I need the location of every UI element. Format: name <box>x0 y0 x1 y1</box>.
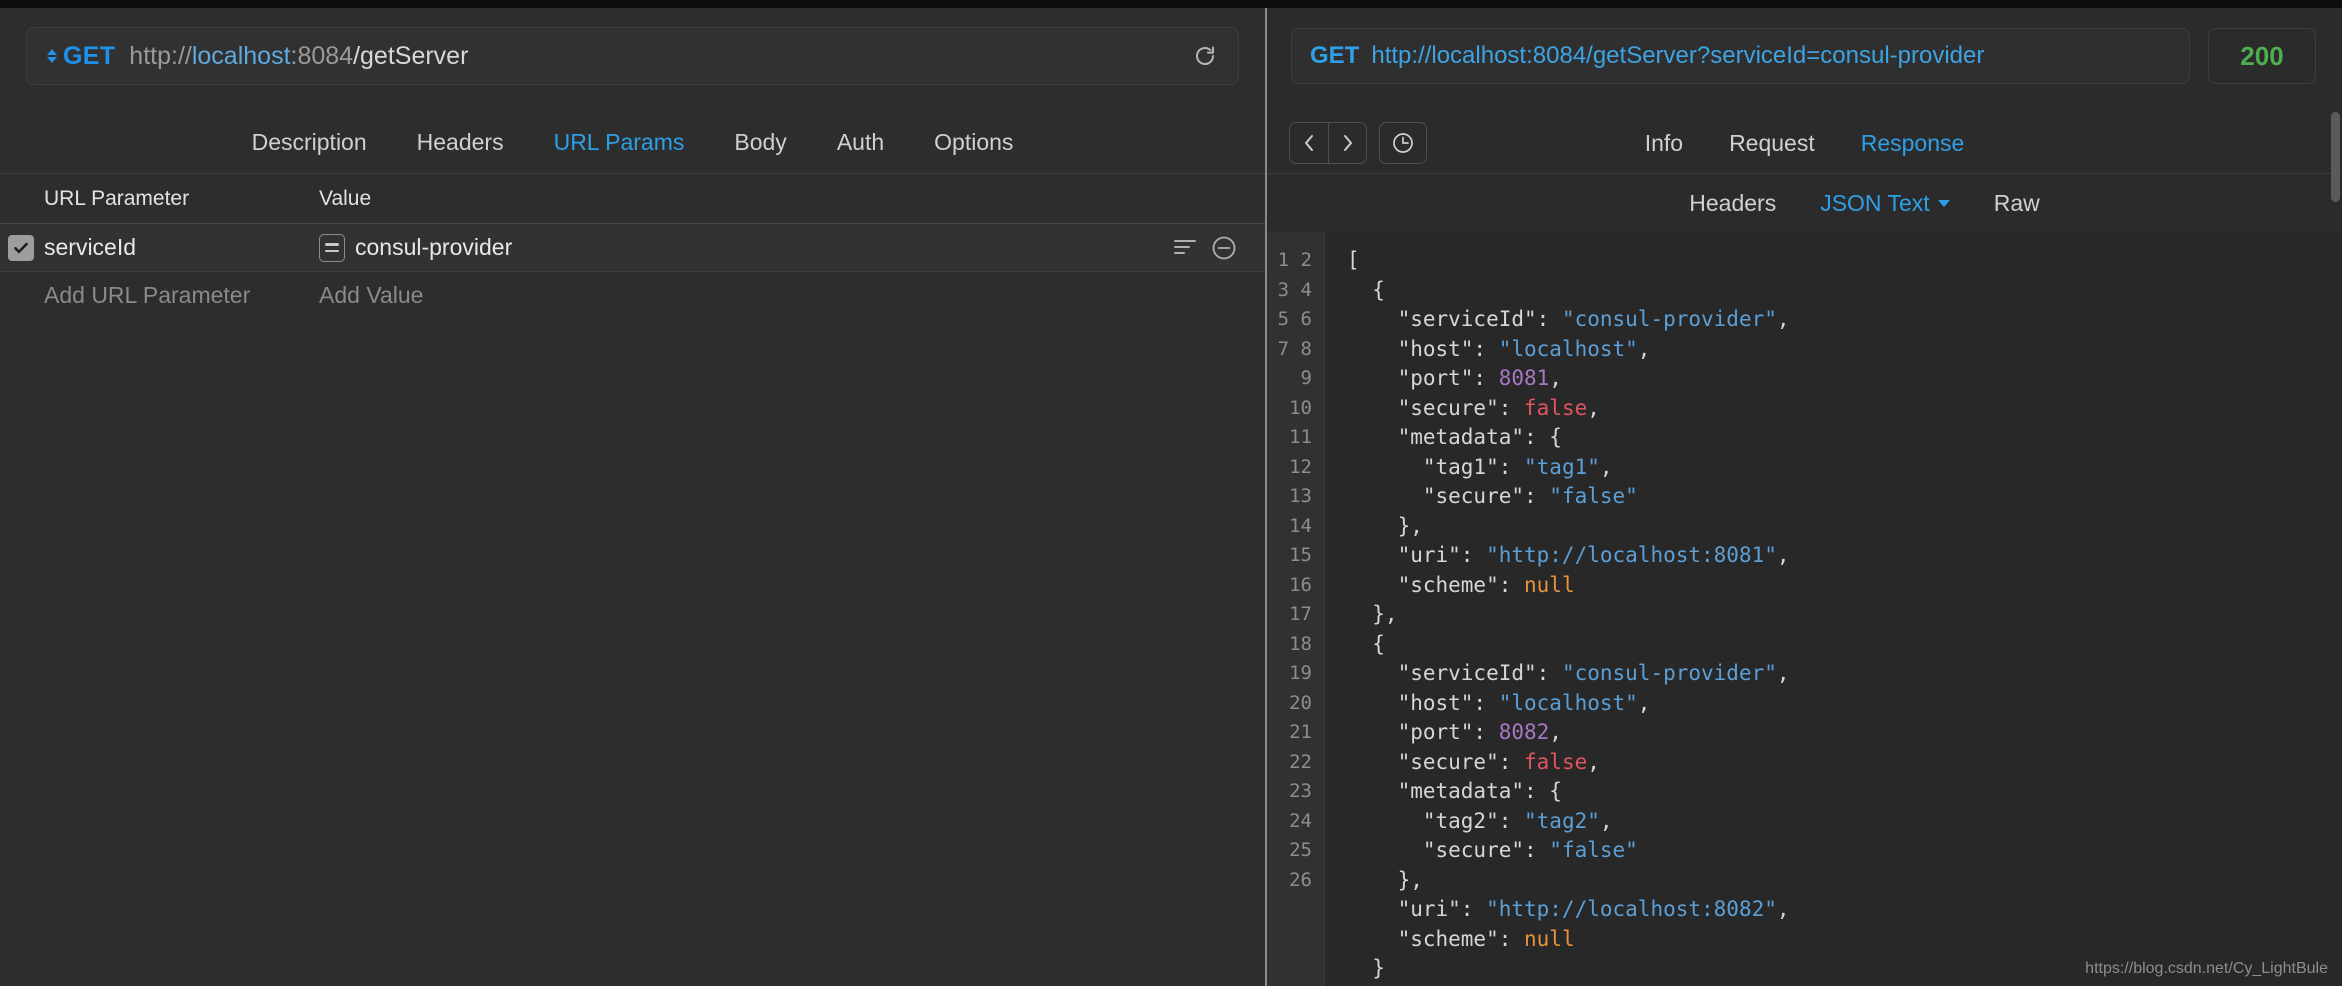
column-header-value: Value <box>319 186 372 210</box>
response-url-row: GET http://localhost:8084/getServer?serv… <box>1267 0 2342 112</box>
subtab-headers[interactable]: Headers <box>1689 190 1776 217</box>
http-method-label: GET <box>63 41 116 70</box>
refresh-icon[interactable] <box>1178 31 1232 81</box>
response-tabs: Info Request Response <box>1267 112 2342 174</box>
chevron-right-icon[interactable] <box>1328 122 1366 163</box>
watermark-text: https://blog.csdn.net/Cy_LightBule <box>2085 960 2328 977</box>
url-port: :8084 <box>290 41 354 70</box>
request-url-bar[interactable]: GET http://localhost:8084/getServer <box>26 27 1239 85</box>
row-actions <box>1173 235 1265 261</box>
clock-icon[interactable] <box>1379 121 1427 164</box>
param-value-input[interactable]: consul-provider <box>355 234 512 261</box>
add-param-row[interactable]: Add URL Parameter Add Value <box>0 272 1265 318</box>
tab-body[interactable]: Body <box>732 125 788 160</box>
response-nav-row: Info Request Response <box>1267 112 2342 174</box>
response-body-viewer: 1 2 3 4 5 6 7 8 9 10 11 12 13 14 15 16 1… <box>1267 232 2342 986</box>
equals-operator-icon[interactable] <box>319 233 345 262</box>
url-scheme: http:// <box>129 41 192 70</box>
column-header-url-parameter: URL Parameter <box>44 186 190 210</box>
url-path: /getServer <box>353 41 469 70</box>
request-url-input[interactable]: http://localhost:8084/getServer <box>129 42 1178 71</box>
add-value-input[interactable]: Add Value <box>307 282 1173 309</box>
response-url-display[interactable]: GET http://localhost:8084/getServer?serv… <box>1291 28 2190 84</box>
row-enable-checkbox-cell <box>0 234 42 261</box>
url-host: localhost <box>191 41 291 70</box>
tab-response[interactable]: Response <box>1861 130 1965 157</box>
tab-options[interactable]: Options <box>932 125 1015 160</box>
tab-info[interactable]: Info <box>1645 130 1683 157</box>
subtab-raw[interactable]: Raw <box>1994 190 2040 217</box>
param-name-input[interactable]: serviceId <box>42 234 307 261</box>
json-code-content[interactable]: [ { "serviceId": "consul-provider", "hos… <box>1325 232 2342 986</box>
tab-description[interactable]: Description <box>250 125 369 160</box>
table-row[interactable]: serviceId consul-provider <box>0 224 1265 272</box>
response-subtabs: Headers JSON Text Raw <box>1267 174 2342 232</box>
response-panel: GET http://localhost:8084/getServer?serv… <box>1267 0 2342 986</box>
status-code-label: 200 <box>2240 40 2284 71</box>
line-number-gutter: 1 2 3 4 5 6 7 8 9 10 11 12 13 14 15 16 1… <box>1267 232 1325 986</box>
table-header-row: URL Parameter Value <box>0 174 1265 224</box>
api-client-window: GET http://localhost:8084/getServer Desc… <box>0 0 2342 986</box>
tab-headers[interactable]: Headers <box>415 125 506 160</box>
response-method-label: GET <box>1310 42 1360 69</box>
request-panel: GET http://localhost:8084/getServer Desc… <box>0 0 1265 986</box>
row-enable-checkbox[interactable] <box>8 234 34 261</box>
up-down-stepper-icon <box>47 49 57 63</box>
response-scrollbar[interactable] <box>2331 112 2340 202</box>
tab-request[interactable]: Request <box>1729 130 1815 157</box>
subtab-json-text[interactable]: JSON Text <box>1820 190 1950 217</box>
param-value-cell: consul-provider <box>307 233 1173 262</box>
tab-url-params[interactable]: URL Params <box>552 125 687 160</box>
chevron-down-icon <box>1937 199 1950 207</box>
window-top-strip <box>0 0 2342 8</box>
subtab-json-text-label: JSON Text <box>1820 189 1930 216</box>
status-badge: 200 <box>2208 28 2316 84</box>
history-nav-segment <box>1289 121 1367 164</box>
response-nav-buttons <box>1289 121 1427 164</box>
request-url-row: GET http://localhost:8084/getServer <box>0 0 1265 112</box>
http-method-selector[interactable]: GET <box>47 42 129 71</box>
list-lines-icon[interactable] <box>1173 238 1197 258</box>
response-url-label: http://localhost:8084/getServer?serviceI… <box>1371 42 1985 69</box>
add-url-parameter-input[interactable]: Add URL Parameter <box>42 282 307 309</box>
tab-auth[interactable]: Auth <box>835 125 886 160</box>
chevron-left-icon[interactable] <box>1290 123 1328 163</box>
circle-minus-icon[interactable] <box>1211 235 1237 261</box>
url-params-table: URL Parameter Value serviceId consul-pro… <box>0 174 1265 986</box>
subtab-raw-label: Raw <box>1993 189 2040 216</box>
request-tabs: Description Headers URL Params Body Auth… <box>0 112 1265 174</box>
subtab-headers-label: Headers <box>1689 189 1777 216</box>
